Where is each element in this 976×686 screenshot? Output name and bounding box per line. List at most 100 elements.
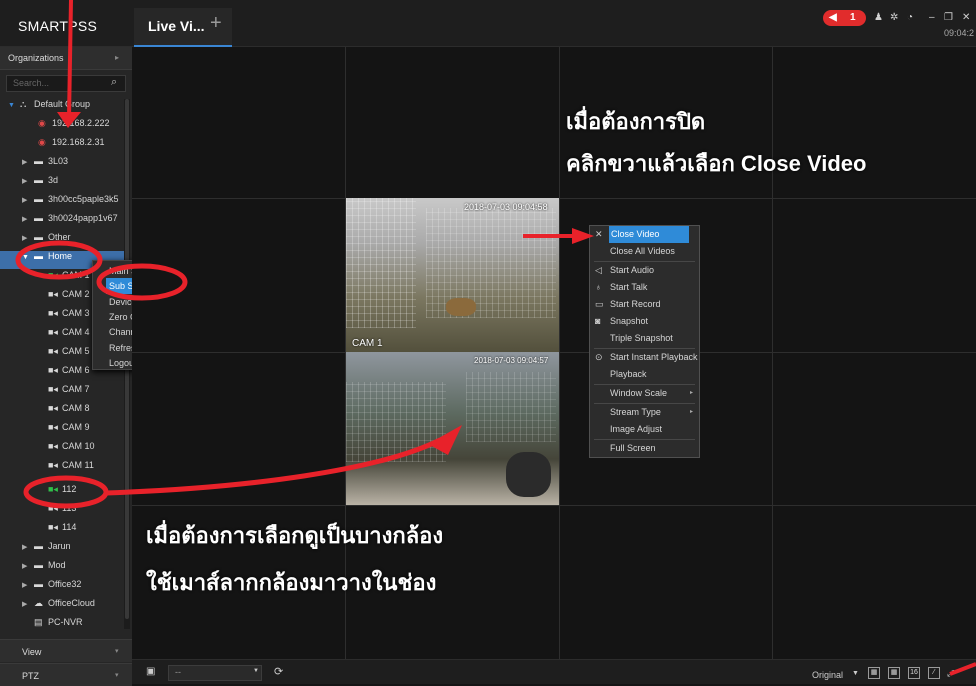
tree-node-device[interactable]: ▶ ▬ 3h0024papp1v67 — [22, 213, 118, 231]
tree-node-camera[interactable]: ■◂ CAM 10 — [48, 441, 95, 459]
camera-icon: ■◂ — [48, 460, 58, 470]
tree-node-camera[interactable]: ■◂ CAM 7 — [48, 384, 90, 402]
tree-node-camera[interactable]: ■◂ 113 — [48, 503, 76, 521]
menu-item-close-video[interactable]: ✕ Close Video — [590, 226, 699, 243]
scale-select[interactable]: Original ▼ — [812, 670, 859, 680]
tree-node-camera[interactable]: ■◂ CAM 6 — [48, 365, 90, 383]
menu-item-triple-snapshot[interactable]: Triple Snapshot — [590, 330, 699, 347]
split-16-icon[interactable]: 16 — [908, 667, 920, 679]
gear-icon[interactable]: ✲ — [890, 12, 898, 23]
video-feed-image — [446, 298, 476, 316]
tree-node-camera[interactable]: ■◂ CAM 9 — [48, 422, 90, 440]
camera-icon: ■◂ — [48, 289, 58, 299]
tree-node-camera[interactable]: ■◂ CAM 11 — [48, 460, 94, 478]
menu-item-start-talk[interactable]: ♁ Start Talk — [590, 279, 699, 296]
camera-icon: ■◂ — [48, 403, 58, 413]
tree-node-default-group[interactable]: ▼ ⛬ Default Group — [8, 99, 90, 117]
view-select[interactable]: -- ▼ — [168, 665, 262, 681]
tree-node-camera[interactable]: ■◂ CAM 1 — [48, 270, 90, 288]
add-tab-button[interactable]: + — [210, 12, 222, 35]
nvr-icon: ▬ — [34, 213, 43, 223]
annotation-select-line2: ใช้เมาส์ลากกล้องมาวางในช่อง — [146, 570, 437, 595]
cam2-timestamp: 2018-07-03 09:04:57 — [474, 356, 549, 365]
video-context-menu: ✕ Close Video Close All Videos ◁ Start Aud… — [589, 225, 700, 458]
tree-node-device[interactable]: ▶ ☁ OfficeCloud — [22, 598, 95, 616]
menu-item-image-adjust[interactable]: Image Adjust — [590, 421, 699, 438]
grid-divider — [132, 505, 976, 506]
camera-icon: ■◂ — [48, 384, 58, 394]
view-panel-header[interactable]: View ▾ — [0, 639, 132, 662]
tree-node-device[interactable]: ◉ 192.168.2.31 — [38, 137, 105, 155]
video-feed-image — [426, 208, 556, 318]
search-placeholder: Search... — [13, 78, 50, 88]
menu-item-playback[interactable]: Playback — [590, 366, 699, 383]
tree-node-camera[interactable]: ■◂ 114 — [48, 522, 76, 540]
clock: 09:04:2 — [944, 28, 975, 38]
tree-node-device[interactable]: ▶ ▬ Other — [22, 232, 71, 250]
tree-node-camera[interactable]: ■◂ CAM 3 — [48, 308, 90, 326]
chevron-right-icon: ▸ — [115, 53, 120, 62]
menu-item-window-scale[interactable]: Window Scale ▸ — [590, 385, 699, 402]
organizations-label: Organizations — [8, 53, 64, 63]
menu-item-start-audio[interactable]: ◁ Start Audio — [590, 262, 699, 279]
search-input[interactable]: Search... ⌕ — [6, 75, 126, 92]
tree-node-camera[interactable]: ■◂ CAM 5 — [48, 346, 90, 364]
menu-item-close-all-videos[interactable]: Close All Videos — [590, 243, 699, 260]
video-feed-image — [506, 452, 551, 497]
alarm-icon: ◀ — [829, 12, 837, 23]
menu-item-full-screen[interactable]: Full Screen — [590, 440, 699, 457]
tree-node-device[interactable]: ▶ ▬ 3d — [22, 175, 58, 193]
minimize-icon[interactable]: – — [929, 12, 935, 23]
split-4-icon[interactable]: ▦ — [868, 667, 880, 679]
alarm-badge[interactable]: ◀ 1 — [823, 10, 866, 26]
tree-node-device[interactable]: ▶ ▬ 3L03 — [22, 156, 68, 174]
tree-node-device[interactable]: ▶ ▬ Mod — [22, 560, 66, 578]
tree-node-device[interactable]: ▤ PC-NVR — [34, 617, 83, 635]
camera-icon: ■◂ — [48, 365, 58, 375]
layout-save-icon[interactable]: ▣ — [146, 666, 155, 677]
chevron-down-icon: ▼ — [253, 668, 259, 674]
organizations-header[interactable]: Organizations ▸ — [0, 47, 132, 70]
tree-node-device[interactable]: ▶ ▬ 3h00cc5paple3k5 — [22, 194, 119, 212]
search-icon[interactable]: ⌕ — [111, 76, 117, 89]
nvr-icon: ▬ — [34, 579, 43, 589]
custom-split-icon[interactable]: ⁄ — [928, 667, 940, 679]
tree-node-camera[interactable]: ■◂ CAM 8 — [48, 403, 90, 421]
video-window-cam1[interactable]: 2018-07-03 09:04:58 CAM 1 — [346, 198, 559, 352]
menu-item-start-record[interactable]: ▭ Start Record — [590, 296, 699, 313]
tree-node-device[interactable]: ▶ ▬ Jarun — [22, 541, 71, 559]
camera-online-icon: ■◂ — [48, 484, 58, 494]
fullscreen-icon[interactable]: ⤢ — [947, 668, 954, 679]
camera-icon: ■◂ — [48, 327, 58, 337]
gauge-icon[interactable]: ◔ — [907, 12, 913, 23]
menu-item-start-instant-playback[interactable]: ⊙ Start Instant Playback — [590, 349, 699, 366]
menu-item-snapshot[interactable]: ◙ Snapshot — [590, 313, 699, 330]
restore-icon[interactable]: ❐ — [944, 12, 953, 23]
tree-node-device[interactable]: ◉ 192.168.2.222 — [38, 118, 110, 136]
alarm-count: 1 — [850, 12, 856, 23]
nvr-icon: ▬ — [34, 175, 43, 185]
ptz-panel-header[interactable]: PTZ ▾ — [0, 663, 132, 686]
camera-icon: ■◂ — [48, 503, 58, 513]
video-window-cam2[interactable]: 2018-07-03 09:04:57 — [346, 352, 559, 505]
close-window-icon[interactable]: ✕ — [962, 12, 970, 23]
nvr-icon: ▬ — [34, 541, 43, 551]
camera-icon: ■◂ — [48, 346, 58, 356]
tree-node-camera[interactable]: ■◂ CAM 4 — [48, 327, 90, 345]
tree-node-camera-112[interactable]: ■◂ 112 — [48, 484, 76, 502]
camera-icon: ■◂ — [48, 308, 58, 318]
ptz-label: PTZ — [22, 671, 39, 681]
grid-divider — [559, 47, 560, 659]
menu-item-stream-type[interactable]: Stream Type ▸ — [590, 404, 699, 421]
camera-icon: ■◂ — [48, 422, 58, 432]
close-icon: ✕ — [595, 229, 603, 239]
refresh-icon[interactable]: ⟳ — [274, 665, 283, 678]
split-9-icon[interactable]: ▦ — [888, 667, 900, 679]
tree-node-device[interactable]: ▶ ▬ Office32 — [22, 579, 81, 597]
annotation-close-line2: คลิกขวาแล้วเลือก Close Video — [566, 151, 867, 176]
user-icon[interactable]: ♟ — [874, 12, 883, 23]
camera-icon: ■◂ — [48, 441, 58, 451]
tree-node-camera[interactable]: ■◂ CAM 2 — [48, 289, 90, 307]
view-label: View — [22, 647, 42, 657]
annotation-close-line1: เมื่อต้องการปิด — [566, 109, 706, 134]
